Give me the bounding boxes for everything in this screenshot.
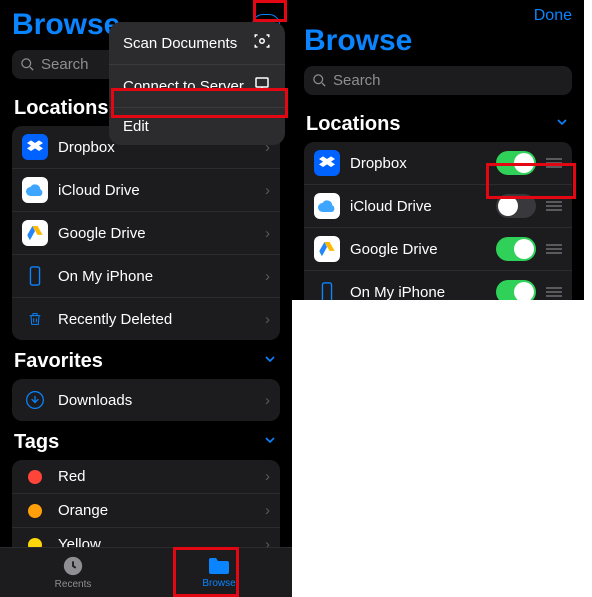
- toggle-gdrive[interactable]: [496, 237, 536, 261]
- chevron-down-icon: [262, 431, 278, 454]
- row-label: Recently Deleted: [58, 311, 265, 328]
- google-drive-icon: [314, 236, 340, 262]
- row-label: Google Drive: [58, 225, 265, 242]
- clock-icon: [62, 555, 84, 577]
- tab-label: Browse: [202, 578, 235, 589]
- scan-icon: [253, 32, 271, 54]
- toggle-dropbox[interactable]: [496, 151, 536, 175]
- download-icon: [22, 387, 48, 413]
- section-title: Locations: [306, 113, 400, 136]
- header: Browse: [292, 22, 584, 62]
- section-header-locations[interactable]: Locations: [292, 103, 584, 142]
- files-browse-screen: Browse ••• Scan Documents Connect to Ser…: [0, 0, 292, 597]
- row-label: Google Drive: [350, 241, 496, 258]
- dropbox-icon: [22, 134, 48, 160]
- context-menu: Scan Documents Connect to Server Edit: [109, 22, 285, 145]
- menu-item-edit[interactable]: Edit: [109, 108, 285, 145]
- toggle-icloud[interactable]: [496, 194, 536, 218]
- search-icon: [20, 57, 35, 72]
- list-item-dropbox: Dropbox: [304, 142, 572, 185]
- chevron-right-icon: ›: [265, 502, 270, 519]
- chevron-right-icon: ›: [265, 225, 270, 242]
- search-icon: [312, 73, 327, 88]
- locations-list: Dropbox › iCloud Drive › Google Drive › …: [12, 126, 280, 340]
- section-title: Favorites: [14, 350, 103, 373]
- server-icon: [253, 75, 271, 97]
- section-header-favorites[interactable]: Favorites: [0, 340, 292, 379]
- toggle-iphone[interactable]: [496, 280, 536, 300]
- drag-handle-icon[interactable]: [546, 158, 562, 168]
- row-label: iCloud Drive: [350, 198, 496, 215]
- chevron-down-icon: [554, 113, 570, 136]
- tag-item-orange[interactable]: Orange ›: [12, 494, 280, 528]
- drag-handle-icon[interactable]: [546, 244, 562, 254]
- dropbox-icon: [314, 150, 340, 176]
- icloud-icon: [22, 177, 48, 203]
- trash-icon: [22, 306, 48, 332]
- chevron-down-icon: [262, 350, 278, 373]
- menu-item-label: Connect to Server: [123, 78, 244, 95]
- tab-bar: Recents Browse: [0, 547, 292, 597]
- menu-item-label: Scan Documents: [123, 35, 237, 52]
- row-label: Dropbox: [350, 155, 496, 172]
- chevron-right-icon: ›: [265, 268, 270, 285]
- section-header-tags[interactable]: Tags: [0, 421, 292, 460]
- tab-label: Recents: [55, 579, 92, 590]
- menu-item-connect[interactable]: Connect to Server: [109, 65, 285, 108]
- files-edit-screen: Done Browse Search Locations Dropbox iCl…: [292, 0, 584, 300]
- done-button[interactable]: Done: [534, 7, 572, 25]
- row-label: iCloud Drive: [58, 182, 265, 199]
- drag-handle-icon[interactable]: [546, 201, 562, 211]
- list-item-downloads[interactable]: Downloads ›: [12, 379, 280, 421]
- chevron-right-icon: ›: [265, 182, 270, 199]
- tab-browse[interactable]: Browse: [146, 548, 292, 597]
- tag-dot-icon: [28, 504, 42, 518]
- page-title: Browse: [304, 24, 412, 58]
- iphone-icon: [22, 263, 48, 289]
- list-item-icloud: iCloud Drive: [304, 185, 572, 228]
- search-placeholder: Search: [41, 56, 89, 73]
- tab-recents[interactable]: Recents: [0, 548, 146, 597]
- chevron-right-icon: ›: [265, 311, 270, 328]
- row-label: On My iPhone: [350, 284, 496, 301]
- favorites-list: Downloads ›: [12, 379, 280, 421]
- google-drive-icon: [22, 220, 48, 246]
- search-field[interactable]: Search: [304, 66, 572, 95]
- iphone-icon: [314, 279, 340, 300]
- chevron-right-icon: ›: [265, 468, 270, 485]
- list-item-trash[interactable]: Recently Deleted ›: [12, 298, 280, 340]
- tag-item-red[interactable]: Red ›: [12, 460, 280, 494]
- page-title: Browse: [12, 8, 120, 42]
- icloud-icon: [314, 193, 340, 219]
- row-label: Downloads: [58, 392, 265, 409]
- list-item-iphone[interactable]: On My iPhone ›: [12, 255, 280, 298]
- list-item-gdrive[interactable]: Google Drive ›: [12, 212, 280, 255]
- row-label: Red: [58, 468, 265, 485]
- list-item-iphone: On My iPhone: [304, 271, 572, 300]
- folder-icon: [207, 556, 231, 576]
- search-placeholder: Search: [333, 72, 381, 89]
- row-label: On My iPhone: [58, 268, 265, 285]
- section-title: Locations: [14, 97, 108, 120]
- section-title: Tags: [14, 431, 59, 454]
- list-item-gdrive: Google Drive: [304, 228, 572, 271]
- menu-item-label: Edit: [123, 118, 149, 135]
- chevron-right-icon: ›: [265, 392, 270, 409]
- locations-edit-list: Dropbox iCloud Drive Google Drive On My …: [304, 142, 572, 300]
- row-label: Orange: [58, 502, 265, 519]
- menu-item-scan[interactable]: Scan Documents: [109, 22, 285, 65]
- list-item-icloud[interactable]: iCloud Drive ›: [12, 169, 280, 212]
- tag-dot-icon: [28, 470, 42, 484]
- drag-handle-icon[interactable]: [546, 287, 562, 297]
